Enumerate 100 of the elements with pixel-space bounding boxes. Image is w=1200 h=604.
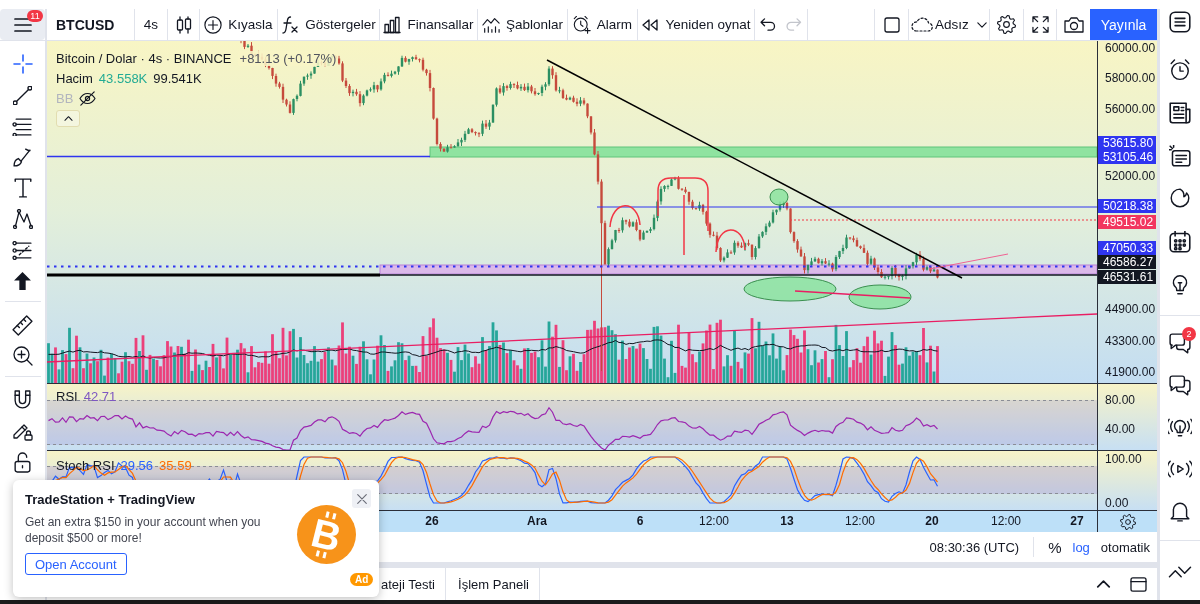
price-label: 53105.46 — [1098, 150, 1156, 164]
arc-marker — [609, 205, 641, 228]
arc-marker — [657, 177, 709, 232]
menu-icon[interactable] — [13, 17, 32, 32]
zoom-in-icon[interactable] — [12, 346, 33, 366]
templates-button[interactable]: Şablonlar — [481, 15, 563, 34]
price-label: 49515.02 — [1098, 215, 1156, 229]
zigzag-pattern-icon[interactable] — [12, 209, 33, 229]
calendar-icon[interactable] — [1169, 231, 1191, 253]
indicator-value: 29.56 — [120, 458, 154, 474]
ellipse-marker — [848, 284, 912, 310]
bell-icon[interactable] — [1170, 500, 1190, 522]
clock-text: 08:30:36 (UTC) — [929, 539, 1020, 555]
scale-toggle[interactable]: otomatik — [1100, 539, 1150, 555]
magnet-icon[interactable] — [14, 389, 31, 411]
broadcast-icon[interactable] — [1168, 460, 1192, 478]
price-axis-label: 56000.00 — [1105, 102, 1156, 116]
alarm-clock-icon[interactable] — [572, 15, 591, 34]
sparkle-list-icon[interactable] — [1169, 145, 1191, 167]
function-icon[interactable] — [281, 15, 300, 34]
interval-button[interactable]: 4s — [143, 17, 159, 32]
volume-average-value: 99.541K — [153, 70, 202, 86]
bar-chart-icon[interactable] — [383, 15, 402, 34]
ad-badge: Ad — [350, 573, 374, 586]
double-chevron-icon[interactable] — [1168, 565, 1192, 579]
chat-icon[interactable] — [1169, 374, 1191, 396]
close-button[interactable] — [352, 489, 371, 508]
price-axis-label: 58000.00 — [1105, 71, 1156, 85]
price-label: 50218.38 — [1098, 199, 1156, 213]
text-icon[interactable] — [13, 178, 32, 198]
time-label: Ara — [527, 514, 547, 529]
alert-button[interactable]: Alarm — [572, 15, 633, 34]
brush-icon[interactable] — [12, 146, 33, 168]
crosshair-icon[interactable] — [12, 54, 33, 74]
candlestick-icon[interactable] — [175, 15, 192, 34]
undo-icon[interactable] — [760, 18, 776, 31]
fullscreen-icon[interactable] — [1031, 16, 1049, 33]
price-axis-label: 60000.00 — [1105, 41, 1156, 55]
indicator-value: 42.71 — [83, 389, 117, 405]
plus-circle-icon[interactable] — [204, 15, 223, 34]
cloud-icon — [911, 17, 934, 32]
time-label: 12:00 — [991, 514, 1021, 529]
compare-button[interactable]: Kıyasla — [204, 15, 273, 34]
time-label: 12:00 — [699, 514, 729, 529]
financials-button[interactable]: Finansallar — [383, 15, 474, 34]
chart-icon[interactable] — [481, 15, 500, 34]
close-icon — [356, 493, 367, 504]
list-icon[interactable] — [1169, 11, 1191, 33]
indicators-button[interactable]: Göstergeler — [281, 15, 376, 34]
indicator-name: RSI — [56, 389, 78, 405]
notification-badge: 11 — [27, 10, 43, 22]
ad-text: Get an extra $150 in your account when you deposit $500 or more! — [25, 514, 262, 546]
indicator-value: 35.59 — [159, 458, 192, 474]
chart-title: Bitcoin / Dolar · 4s · BINANCE — [56, 50, 232, 66]
settings-icon[interactable] — [1119, 513, 1136, 530]
axis-label: 40.00 — [1105, 422, 1136, 436]
menu-button[interactable]: 11 — [0, 9, 45, 40]
arrow-up-icon[interactable] — [14, 271, 31, 291]
newspaper-icon[interactable] — [1169, 102, 1191, 124]
bitcoin-logo: B — [297, 505, 356, 564]
open-account-button[interactable]: Open Account — [25, 553, 127, 575]
square-icon[interactable] — [883, 16, 900, 33]
alarm-clock-icon[interactable] — [1169, 59, 1191, 81]
ellipse-marker — [769, 188, 789, 206]
time-label: 20 — [925, 514, 939, 529]
chat-icon[interactable] — [1169, 332, 1191, 354]
ruler-icon[interactable] — [12, 314, 33, 336]
lock-icon[interactable] — [14, 451, 31, 473]
trend-line-icon[interactable] — [13, 85, 32, 105]
settings-icon[interactable] — [997, 15, 1016, 34]
price-label: 46531.61 — [1098, 270, 1156, 284]
layout-button[interactable]: Adsız — [911, 17, 987, 32]
notification-badge: 2 — [1182, 327, 1196, 341]
symbol-button[interactable]: BTCUSD — [56, 16, 115, 33]
node-lines-icon[interactable] — [12, 240, 33, 260]
parallel-lines-icon[interactable] — [12, 116, 33, 136]
price-change: +81.13 (+0.17%) — [237, 50, 339, 66]
time-label: 27 — [1070, 514, 1084, 529]
price-label: 47050.33 — [1098, 241, 1156, 255]
panel-tab[interactable]: İşlem Paneli — [446, 568, 540, 600]
scale-toggle[interactable]: % — [1048, 538, 1062, 556]
ad-title: TradeStation + TradingView — [25, 491, 195, 508]
caret-up-icon — [63, 116, 73, 121]
lightbulb-waves-icon[interactable] — [1168, 416, 1192, 438]
camera-icon[interactable] — [1063, 16, 1084, 33]
price-axis-label: 41900.00 — [1105, 365, 1156, 379]
axis-label: 0.00 — [1105, 496, 1129, 510]
vertical-line — [683, 194, 685, 256]
indicator-name: Stoch RSI — [56, 458, 115, 474]
circle-notch-icon[interactable] — [1170, 188, 1190, 210]
arc-marker — [715, 229, 746, 253]
price-axis-label: 52000.00 — [1105, 169, 1156, 183]
caret-up-icon[interactable] — [1096, 580, 1111, 588]
publish-button[interactable]: Yayınla — [1090, 9, 1157, 40]
lightbulb-icon[interactable] — [1172, 274, 1188, 296]
replay-button[interactable]: Yeniden oynat — [641, 15, 751, 34]
indicator-name: BB — [56, 90, 74, 106]
maximize-icon[interactable] — [1130, 576, 1147, 592]
scale-toggle[interactable]: log — [1072, 539, 1090, 555]
eye-off-icon[interactable] — [79, 90, 97, 106]
